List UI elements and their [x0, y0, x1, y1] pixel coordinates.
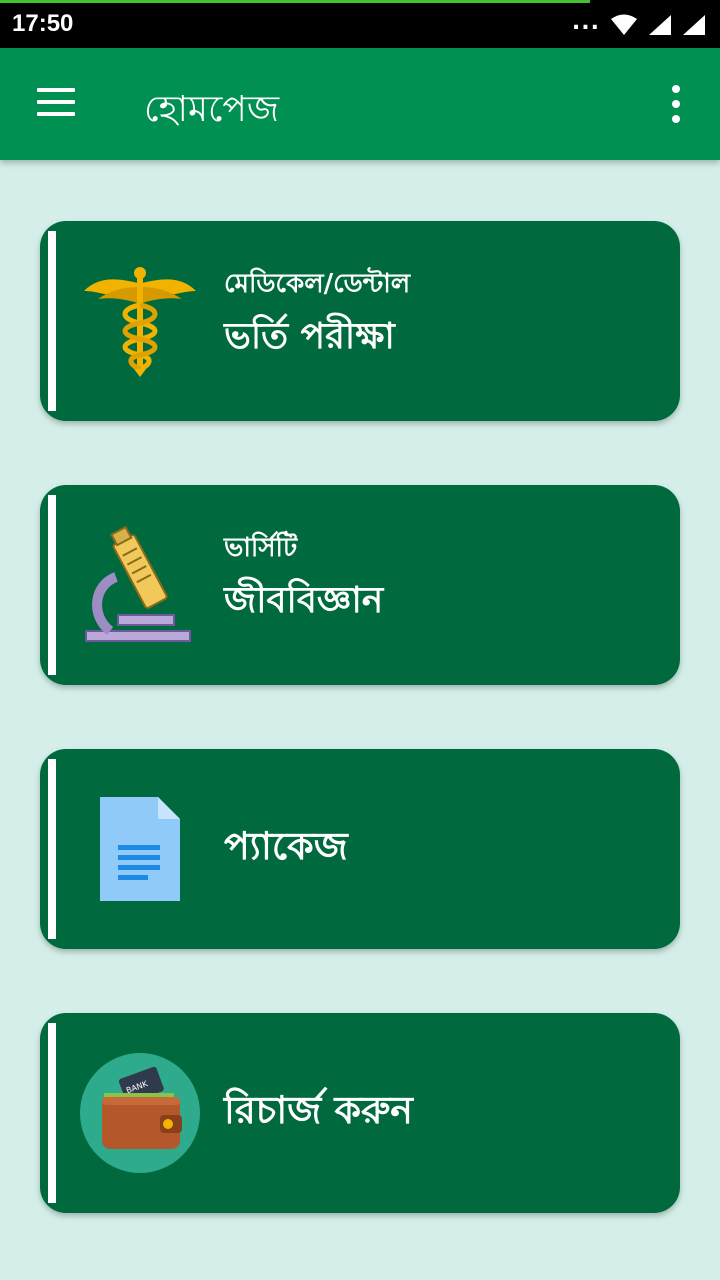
card-accent-stripe [48, 495, 56, 675]
page-title: হোমপেজ [144, 89, 280, 130]
card-subtitle: মেডিকেল/ডেন্টাল [224, 269, 411, 299]
card-medical-admission[interactable]: মেডিকেল/ডেন্টাল ভর্তি পরীক্ষা [40, 221, 680, 421]
card-varsity-biology[interactable]: ভার্সিটি জীববিজ্ঞান [40, 485, 680, 685]
status-time: 17:50 [12, 10, 74, 37]
card-subtitle: ভার্সিটি [224, 533, 298, 563]
card-title: জীববিজ্ঞান [224, 580, 384, 621]
card-accent-stripe [48, 1023, 56, 1203]
card-title: প্যাকেজ [224, 824, 348, 868]
status-icons: ... [571, 9, 706, 38]
card-package[interactable]: প্যাকেজ [40, 749, 680, 949]
card-accent-stripe [48, 231, 56, 411]
card-title: ভর্তি পরীক্ষা [224, 316, 395, 357]
status-bar: 17:50 ... [0, 0, 720, 48]
wallet-icon: BANK [80, 1053, 200, 1173]
menu-button[interactable] [24, 74, 88, 130]
signal-icon [683, 15, 705, 35]
more-vert-icon [672, 85, 680, 93]
progress-indicator [0, 0, 590, 3]
card-accent-stripe [48, 759, 56, 939]
caduceus-icon [80, 261, 200, 381]
notification-dots: ... [571, 9, 600, 35]
wifi-icon [611, 14, 637, 35]
document-icon [80, 789, 200, 909]
overflow-menu-button[interactable] [652, 78, 700, 130]
card-recharge[interactable]: BANK রিচার্জ করুন [40, 1013, 680, 1213]
signal-icon [649, 15, 671, 35]
card-title: রিচার্জ করুন [224, 1088, 413, 1132]
app-bar: হোমপেজ [0, 48, 720, 160]
microscope-icon [80, 525, 200, 645]
hamburger-menu-icon [37, 88, 75, 116]
